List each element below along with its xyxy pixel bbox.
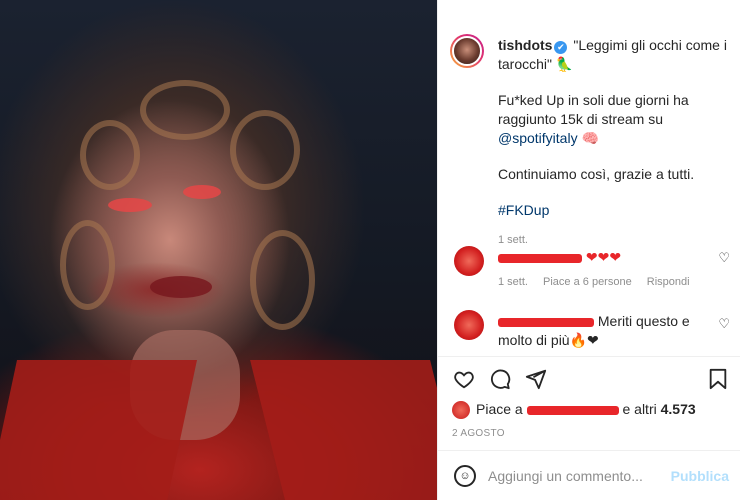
action-bar [450,368,738,394]
share-icon[interactable] [524,368,548,392]
bookmark-icon-svg [709,368,727,390]
heart-icon[interactable] [452,368,476,392]
hashtag-link[interactable]: #FKDup [498,201,736,220]
share-icon-svg [525,369,547,390]
comment-like-icon[interactable]: ♡ [718,250,730,266]
hair-curl [80,120,140,190]
divider [438,356,740,357]
caption-paragraph: Fu*ked Up in soli due giorni ha raggiunt… [498,91,736,148]
publish-button[interactable]: Pubblica [671,468,729,484]
brain-emoji: 🧠 [581,130,599,146]
likes-suffix: e altri [622,401,657,417]
verified-badge-icon: ✔ [554,41,568,54]
mention-link[interactable]: @spotifyitaly [498,130,578,146]
hair-curl [250,230,315,330]
eye-makeup [183,185,221,199]
comment-composer: ☺ Pubblica [438,452,740,500]
hair-curl [60,220,115,310]
hair-curl [140,80,230,140]
red-top [250,360,437,500]
caption-text: tishdots ✔ "Leggimi gli occhi come i taro… [498,36,736,250]
post-date[interactable]: 2 AGOSTO [452,428,505,439]
comment-input[interactable] [488,464,658,488]
commenter-avatar[interactable] [454,246,484,276]
avatar[interactable] [450,34,484,68]
likes-summary: Piace a e altri 4.573 [452,400,740,420]
username-link[interactable]: tishdots [498,37,552,53]
lips [150,276,212,298]
comment-icon[interactable] [488,368,512,392]
redacted-liker [526,405,619,415]
reply-button[interactable]: Rispondi [647,276,690,288]
red-top [0,360,198,500]
post-photo[interactable] [0,0,437,500]
avatar-image [452,36,482,66]
caption-paragraph: Continuiamo così, grazie a tutti. [498,166,695,182]
redacted-username [498,317,594,327]
comment-body: ❤❤❤ [498,248,708,267]
comment-time[interactable]: 1 sett. [498,276,528,288]
liker-avatar [452,401,470,420]
comment-likes[interactable]: Piace a 6 persone [543,276,632,288]
comment-meta: 1 sett. Piace a 6 persone Rispondi [498,276,702,288]
emoji-icon[interactable]: ☺ [454,465,476,487]
comment-like-icon[interactable]: ♡ [718,316,730,332]
redacted-username [498,253,582,263]
hair-curl [230,110,300,190]
bookmark-icon[interactable] [706,368,730,392]
eye-makeup [108,198,152,212]
caption-text-part: Fu*ked Up in soli due giorni ha raggiunt… [498,92,689,127]
post-side-panel: tishdots ✔ "Leggimi gli occhi come i taro… [437,0,740,500]
commenter-avatar[interactable] [454,310,484,340]
comment-text: ❤❤❤ [585,249,622,265]
comment-icon-svg [491,369,511,390]
heart-icon-svg [454,371,474,389]
likes-prefix: Piace a [476,401,523,417]
divider [438,450,740,451]
comment-body: Meriti questo e molto di più🔥❤ [498,312,708,350]
likes-count[interactable]: 4.573 [661,401,696,417]
